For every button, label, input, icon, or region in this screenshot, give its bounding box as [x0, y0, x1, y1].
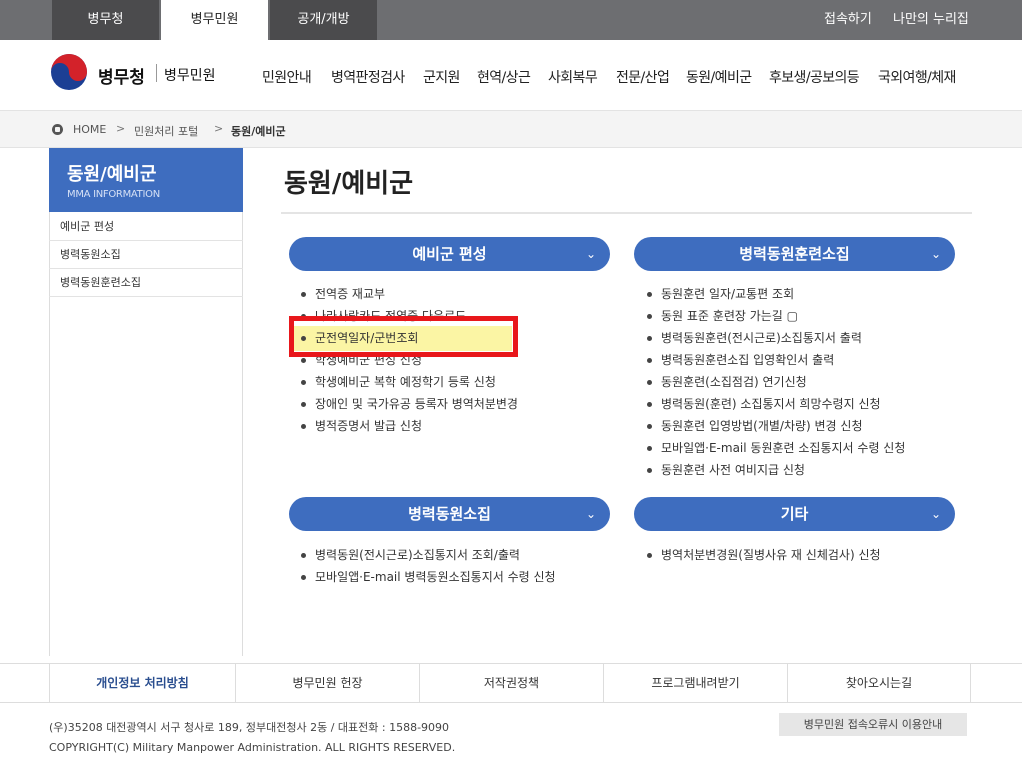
section-etc-header[interactable]: 기타 ⌄ [634, 497, 955, 531]
title-divider [281, 212, 972, 214]
bullet-icon [301, 292, 306, 297]
breadcrumb-portal[interactable]: 민원처리 포털 [134, 123, 198, 139]
gnb-item-social[interactable]: 사회복무 [548, 67, 598, 87]
list-item[interactable]: 병력동원(훈련) 소집통지서 희망수령지 신청 [645, 393, 905, 415]
bullet-icon [647, 553, 652, 558]
footer-link-charter[interactable]: 병무민원 헌장 [235, 664, 419, 702]
tab-civil-service[interactable]: 병무민원 [161, 0, 268, 40]
list-item[interactable]: 병력동원(전시근로)소집통지서 조회/출력 [299, 544, 556, 566]
breadcrumb: HOME > 민원처리 포털 > 동원/예비군 [0, 110, 1022, 148]
connection-error-guide-button[interactable]: 병무민원 접속오류시 이용안내 [779, 713, 967, 736]
gnb-item-active[interactable]: 현역/상근 [477, 67, 531, 87]
gnb-item-candidate[interactable]: 후보생/공보의등 [769, 67, 860, 87]
bullet-icon [301, 575, 306, 580]
list-item[interactable]: 전역증 재교부 [299, 283, 518, 305]
breadcrumb-separator: > [116, 122, 126, 135]
gnb-item-overseas[interactable]: 국외여행/체재 [878, 67, 956, 87]
list-item[interactable]: 동원훈련 일자/교통편 조회 [645, 283, 905, 305]
bullet-icon [647, 380, 652, 385]
list-item[interactable]: 학생예비군 복학 예정학기 등록 신청 [299, 371, 518, 393]
list-item[interactable]: 병력동원훈련소집 입영확인서 출력 [645, 349, 905, 371]
footer-link-privacy[interactable]: 개인정보 처리방침 [49, 664, 235, 702]
sidebar-subtitle: MMA INFORMATION [67, 189, 160, 200]
bullet-icon [647, 358, 652, 363]
chevron-down-icon: ⌄ [585, 507, 596, 521]
chevron-down-icon: ⌄ [930, 507, 941, 521]
bullet-icon [647, 314, 652, 319]
section-reserve-formation-header[interactable]: 예비군 편성 ⌄ [289, 237, 610, 271]
bullet-icon [647, 292, 652, 297]
footer-nav: 개인정보 처리방침 병무민원 헌장 저작권정책 프로그램내려받기 찾아오시는길 [0, 663, 1022, 703]
list-item[interactable]: 병력동원훈련(전시근로)소집통지서 출력 [645, 327, 905, 349]
sidebar-item-mobilization-training[interactable]: 병력동원훈련소집 [49, 269, 243, 297]
breadcrumb-current[interactable]: 동원/예비군 [231, 123, 286, 139]
brand-subtitle[interactable]: 병무민원 [164, 65, 216, 85]
section-title: 예비군 편성 [412, 245, 487, 263]
mobilization-training-list: 동원훈련 일자/교통편 조회 동원 표준 훈련장 가는길 ▢ 병력동원훈련(전시… [645, 283, 905, 481]
bullet-icon [301, 402, 306, 407]
breadcrumb-separator: > [214, 122, 224, 135]
bullet-icon [301, 553, 306, 558]
reserve-formation-list: 전역증 재교부 나라사랑카드 전역증 다운로드 군전역일자/군번조회 학생예비군… [299, 283, 518, 437]
list-item[interactable]: 동원훈련 사전 여비지급 신청 [645, 459, 905, 481]
bullet-icon [301, 358, 306, 363]
tab-disclosure[interactable]: 공개/개방 [270, 0, 377, 40]
section-title: 병력동원훈련소집 [739, 245, 850, 263]
list-item[interactable]: 장애인 및 국가유공 등록자 병역처분변경 [299, 393, 518, 415]
mobilization-list: 병력동원(전시근로)소집통지서 조회/출력 모바일앱·E-mail 병력동원소집… [299, 544, 556, 588]
footer-address: (우)35208 대전광역시 서구 청사로 189, 정부대전청사 2동 / 대… [49, 721, 450, 734]
my-page-link[interactable]: 나만의 누리집 [893, 0, 969, 40]
bullet-icon [301, 380, 306, 385]
etc-list: 병역처분변경원(질병사유 재 신체검사) 신청 [645, 544, 881, 566]
section-mobilization-header[interactable]: 병력동원소집 ⌄ [289, 497, 610, 531]
sidebar-title: 동원/예비군 [67, 164, 157, 185]
home-icon[interactable] [52, 124, 63, 135]
top-bar: 병무청 병무민원 공개/개방 접속하기 나만의 누리집 [0, 0, 1022, 40]
highlight-box [289, 316, 518, 357]
section-mobilization-training-header[interactable]: 병력동원훈련소집 ⌄ [634, 237, 955, 271]
section-title: 기타 [780, 505, 809, 523]
sidebar-header: 동원/예비군 MMA INFORMATION [49, 148, 243, 212]
bullet-icon [647, 468, 652, 473]
list-item[interactable]: 동원훈련(소집점검) 연기신청 [645, 371, 905, 393]
list-item[interactable]: 병역처분변경원(질병사유 재 신체검사) 신청 [645, 544, 881, 566]
list-item[interactable]: 동원훈련 입영방법(개별/차량) 변경 신청 [645, 415, 905, 437]
list-item[interactable]: 모바일앱·E-mail 동원훈련 소집통지서 수령 신청 [645, 437, 905, 459]
page-title: 동원/예비군 [284, 169, 414, 199]
footer-link-copyright[interactable]: 저작권정책 [419, 664, 603, 702]
brand-name[interactable]: 병무청 [98, 63, 145, 88]
list-item[interactable]: 모바일앱·E-mail 병력동원소집통지서 수령 신청 [299, 566, 556, 588]
bullet-icon [647, 336, 652, 341]
gnb-item-enlist[interactable]: 군지원 [423, 67, 460, 87]
gnb-item-guide[interactable]: 민원안내 [262, 67, 312, 87]
list-item[interactable]: 동원 표준 훈련장 가는길 ▢ [645, 305, 905, 327]
chevron-down-icon: ⌄ [930, 247, 941, 261]
login-link[interactable]: 접속하기 [824, 0, 872, 40]
sidebar-item-reserve-formation[interactable]: 예비군 편성 [49, 213, 243, 241]
taegeuk-logo-icon[interactable] [50, 53, 88, 91]
sidebar-item-mobilization[interactable]: 병력동원소집 [49, 241, 243, 269]
section-title: 병력동원소집 [408, 505, 491, 523]
footer-copyright: COPYRIGHT(C) Military Manpower Administr… [49, 741, 456, 754]
breadcrumb-home[interactable]: HOME [73, 123, 106, 136]
bullet-icon [647, 424, 652, 429]
gnb-item-reserve[interactable]: 동원/예비군 [686, 67, 752, 87]
tab-mma[interactable]: 병무청 [52, 0, 159, 40]
bullet-icon [647, 402, 652, 407]
brand-divider [156, 64, 157, 82]
header: 병무청 병무민원 민원안내 병역판정검사 군지원 현역/상근 사회복무 전문/산… [0, 40, 1022, 110]
footer-link-download[interactable]: 프로그램내려받기 [603, 664, 787, 702]
chevron-down-icon: ⌄ [585, 247, 596, 261]
list-item[interactable]: 병적증명서 발급 신청 [299, 415, 518, 437]
gnb-item-expert[interactable]: 전문/산업 [616, 67, 670, 87]
gnb-item-exam[interactable]: 병역판정검사 [331, 67, 405, 87]
bullet-icon [647, 446, 652, 451]
bullet-icon [301, 424, 306, 429]
footer-link-directions[interactable]: 찾아오시는길 [787, 664, 971, 702]
